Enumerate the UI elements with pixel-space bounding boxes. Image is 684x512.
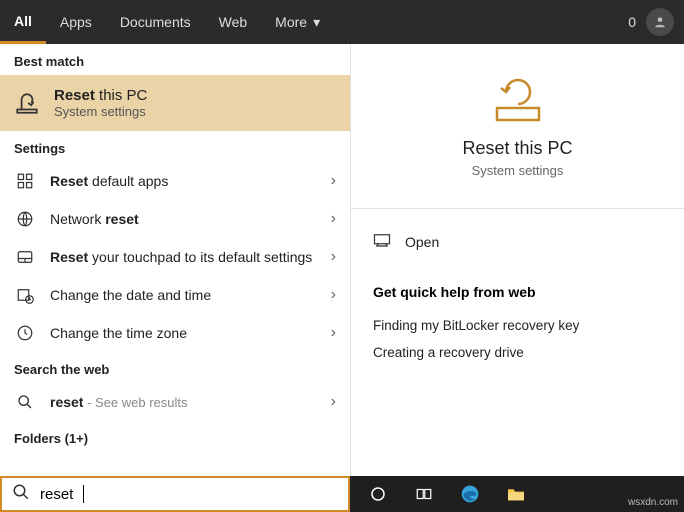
search-scope-tabs: All Apps Documents Web More ▾ 0: [0, 0, 684, 44]
tab-more[interactable]: More ▾: [261, 0, 334, 44]
tab-all[interactable]: All: [0, 0, 46, 44]
open-label: Open: [405, 234, 439, 250]
taskbar-taskview[interactable]: [402, 476, 446, 512]
search-icon: [14, 394, 36, 410]
best-match-result[interactable]: Reset this PC System settings: [0, 75, 350, 131]
person-icon: [653, 15, 667, 29]
touchpad-icon: [14, 248, 36, 266]
search-web-header: Search the web: [0, 352, 350, 383]
calendar-clock-icon: [14, 286, 36, 304]
chevron-right-icon: ›: [331, 393, 336, 411]
open-icon: [373, 233, 391, 250]
quick-help-header: Get quick help from web: [373, 284, 662, 300]
text-caret: [83, 485, 84, 503]
reset-icon: [14, 90, 40, 116]
chevron-right-icon: ›: [331, 248, 336, 266]
user-avatar[interactable]: [646, 8, 674, 36]
web-result-reset[interactable]: reset - See web results ›: [0, 383, 350, 421]
chevron-right-icon: ›: [331, 210, 336, 228]
chevron-right-icon: ›: [331, 172, 336, 190]
best-match-title: Reset this PC: [54, 87, 147, 104]
divider: [351, 208, 684, 209]
taskbar-explorer[interactable]: [494, 476, 538, 512]
open-action[interactable]: Open: [373, 227, 662, 256]
tab-more-label: More: [275, 14, 307, 30]
taskbar-edge[interactable]: [448, 476, 492, 512]
search-icon: [12, 483, 30, 506]
preview-panel: Reset this PC System settings Open Get q…: [350, 44, 684, 476]
quick-link-bitlocker[interactable]: Finding my BitLocker recovery key: [373, 312, 662, 339]
search-input-value: reset: [40, 486, 73, 503]
setting-reset-touchpad[interactable]: Reset your touchpad to its default setti…: [0, 238, 350, 276]
setting-change-date-time[interactable]: Change the date and time ›: [0, 276, 350, 314]
best-match-subtitle: System settings: [54, 104, 147, 119]
tab-apps[interactable]: Apps: [46, 0, 106, 44]
watermark: wsxdn.com: [628, 497, 678, 508]
setting-network-reset[interactable]: Network reset ›: [0, 200, 350, 238]
apps-icon: [14, 172, 36, 190]
tab-web[interactable]: Web: [205, 0, 262, 44]
results-panel: Best match Reset this PC System settings…: [0, 44, 350, 476]
reset-pc-hero-icon: [491, 74, 545, 124]
setting-reset-default-apps[interactable]: Reset default apps ›: [0, 162, 350, 200]
reward-count[interactable]: 0: [618, 14, 646, 30]
tab-documents[interactable]: Documents: [106, 0, 205, 44]
search-bar[interactable]: reset: [0, 476, 350, 512]
folders-header: Folders (1+): [0, 421, 350, 452]
globe-icon: [14, 210, 36, 228]
chevron-down-icon: ▾: [313, 14, 320, 31]
chevron-right-icon: ›: [331, 286, 336, 304]
timezone-icon: [14, 324, 36, 342]
quick-link-recovery-drive[interactable]: Creating a recovery drive: [373, 339, 662, 366]
preview-title: Reset this PC: [462, 138, 572, 159]
best-match-header: Best match: [0, 44, 350, 75]
chevron-right-icon: ›: [331, 324, 336, 342]
preview-subtitle: System settings: [472, 163, 564, 178]
taskbar-cortana[interactable]: [356, 476, 400, 512]
setting-change-time-zone[interactable]: Change the time zone ›: [0, 314, 350, 352]
settings-header: Settings: [0, 131, 350, 162]
